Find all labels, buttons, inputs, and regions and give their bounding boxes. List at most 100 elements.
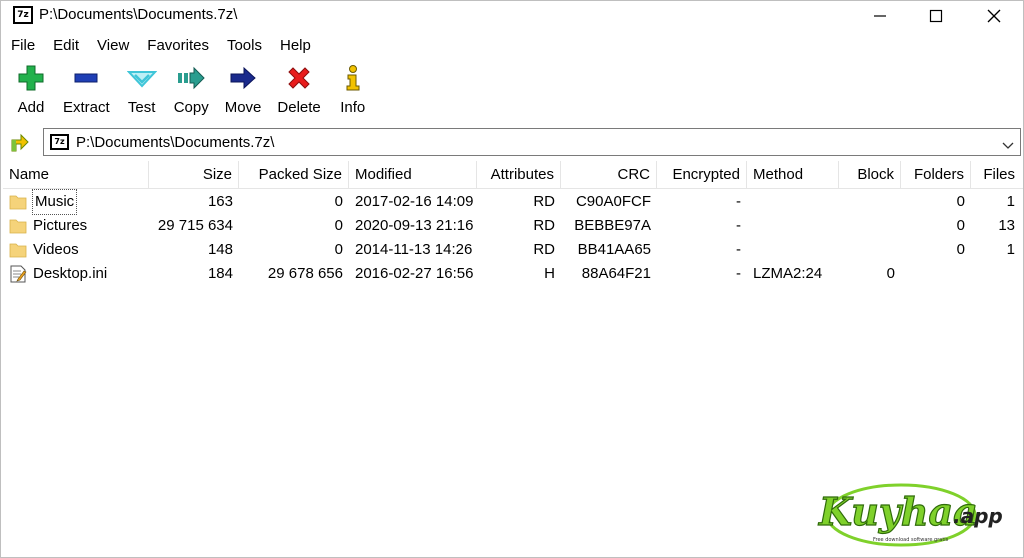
table-row[interactable]: Videos 148 0 2014-11-13 14:26 RD BB41AA6… <box>3 238 1023 262</box>
chevron-down-icon[interactable] <box>1002 137 1014 154</box>
row-method <box>747 238 839 262</box>
row-block <box>839 214 901 238</box>
add-icon <box>15 63 47 93</box>
menu-favorites[interactable]: Favorites <box>137 35 217 57</box>
row-block: 0 <box>886 265 895 282</box>
copy-button[interactable]: Copy <box>166 63 217 123</box>
extract-label: Extract <box>63 99 110 116</box>
table-row[interactable]: Pictures 29 715 634 0 2020-09-13 21:16 R… <box>3 214 1023 238</box>
app-window: 7z P:\Documents\Documents.7z\ File Edit … <box>0 0 1024 558</box>
row-name: Pictures <box>33 217 88 234</box>
menu-file[interactable]: File <box>1 35 43 57</box>
row-modified: 2014-11-13 14:26 <box>355 241 473 258</box>
row-files: 1 <box>1006 193 1015 210</box>
row-crc: C90A0FCF <box>575 193 651 210</box>
row-name: Videos <box>33 241 79 258</box>
row-folders <box>901 262 971 286</box>
column-files[interactable]: Files <box>971 161 1021 189</box>
column-size[interactable]: Size <box>149 161 239 189</box>
row-files: 13 <box>998 217 1015 234</box>
column-block[interactable]: Block <box>839 161 901 189</box>
folder-icon <box>9 195 27 210</box>
row-name: Music <box>31 189 78 215</box>
row-modified: 2017-02-16 14:09 <box>355 193 474 210</box>
column-packed-size[interactable]: Packed Size <box>239 161 349 189</box>
watermark-tagline: Free download software gratis <box>873 537 949 543</box>
row-size: 163 <box>207 193 233 210</box>
info-button[interactable]: Info <box>329 63 377 123</box>
delete-label: Delete <box>277 99 321 116</box>
row-attributes: RD <box>533 241 555 258</box>
7zip-app-icon: 7z <box>13 6 33 24</box>
row-folders: 0 <box>956 217 965 234</box>
row-crc: 88A64F21 <box>581 265 651 282</box>
toolbar: Add Extract Test Copy Move Delete Info <box>7 63 377 123</box>
extract-button[interactable]: Extract <box>55 63 118 123</box>
title-bar[interactable]: 7z P:\Documents\Documents.7z\ <box>1 1 1023 31</box>
extract-icon <box>70 63 102 93</box>
row-method <box>747 214 839 238</box>
menu-bar: File Edit View Favorites Tools Help <box>1 35 319 57</box>
row-files: 1 <box>1006 241 1015 258</box>
test-icon <box>126 63 158 93</box>
move-icon <box>227 63 259 93</box>
menu-help[interactable]: Help <box>270 35 319 57</box>
maximize-button[interactable] <box>907 1 965 31</box>
row-encrypted: - <box>736 241 741 258</box>
row-crc: BEBBE97A <box>574 217 651 234</box>
add-label: Add <box>17 99 45 116</box>
minimize-icon <box>874 15 886 17</box>
row-name: Desktop.ini <box>33 265 108 282</box>
address-bar[interactable]: 7z P:\Documents\Documents.7z\ <box>43 128 1021 156</box>
column-attributes[interactable]: Attributes <box>477 161 561 189</box>
close-button[interactable] <box>965 1 1023 31</box>
table-row[interactable]: Music 163 0 2017-02-16 14:09 RD C90A0FCF… <box>3 189 1023 215</box>
column-modified[interactable]: Modified <box>349 161 477 189</box>
move-button[interactable]: Move <box>217 63 270 123</box>
row-folders: 0 <box>956 241 965 258</box>
row-encrypted: - <box>736 217 741 234</box>
column-crc[interactable]: CRC <box>561 161 657 189</box>
test-label: Test <box>127 99 156 116</box>
info-label: Info <box>340 99 366 116</box>
row-method: LZMA2:24 <box>753 265 823 282</box>
column-method[interactable]: Method <box>747 161 839 189</box>
address-path[interactable]: P:\Documents\Documents.7z\ <box>76 134 274 151</box>
menu-tools[interactable]: Tools <box>217 35 270 57</box>
table-row[interactable]: Desktop.ini 184 29 678 656 2016-02-27 16… <box>3 262 1023 286</box>
menu-view[interactable]: View <box>87 35 137 57</box>
kuyhaa-watermark-logo: Kuyhaa .app Free download software grati… <box>817 483 1003 547</box>
row-attributes: H <box>544 265 555 282</box>
archive-icon: 7z <box>50 134 69 150</box>
close-icon <box>987 9 1001 23</box>
delete-icon <box>283 63 315 93</box>
address-row: 7z P:\Documents\Documents.7z\ <box>1 128 1023 158</box>
row-size: 184 <box>207 265 233 282</box>
row-packed-size: 0 <box>334 217 343 234</box>
info-icon <box>337 63 369 93</box>
row-packed-size: 29 678 656 <box>267 265 343 282</box>
row-packed-size: 0 <box>334 241 343 258</box>
menu-edit[interactable]: Edit <box>43 35 87 57</box>
folder-icon <box>9 243 27 258</box>
folder-icon <box>9 219 27 234</box>
add-button[interactable]: Add <box>7 63 55 123</box>
test-button[interactable]: Test <box>118 63 166 123</box>
delete-button[interactable]: Delete <box>269 63 328 123</box>
move-label: Move <box>224 99 262 116</box>
column-folders[interactable]: Folders <box>901 161 971 189</box>
row-modified: 2016-02-27 16:56 <box>355 265 474 282</box>
row-files <box>971 262 1021 286</box>
copy-icon <box>175 63 207 93</box>
watermark-suffix: .app <box>953 504 1003 528</box>
row-method <box>747 190 839 214</box>
column-name[interactable]: Name <box>3 161 149 189</box>
folder-up-icon[interactable] <box>9 132 31 158</box>
column-encrypted[interactable]: Encrypted <box>657 161 747 189</box>
row-modified: 2020-09-13 21:16 <box>355 217 474 234</box>
row-crc: BB41AA65 <box>577 241 651 258</box>
row-attributes: RD <box>533 217 555 234</box>
minimize-button[interactable] <box>851 1 909 31</box>
row-size: 29 715 634 <box>157 217 233 234</box>
column-header-row: Name Size Packed Size Modified Attribute… <box>3 161 1023 189</box>
